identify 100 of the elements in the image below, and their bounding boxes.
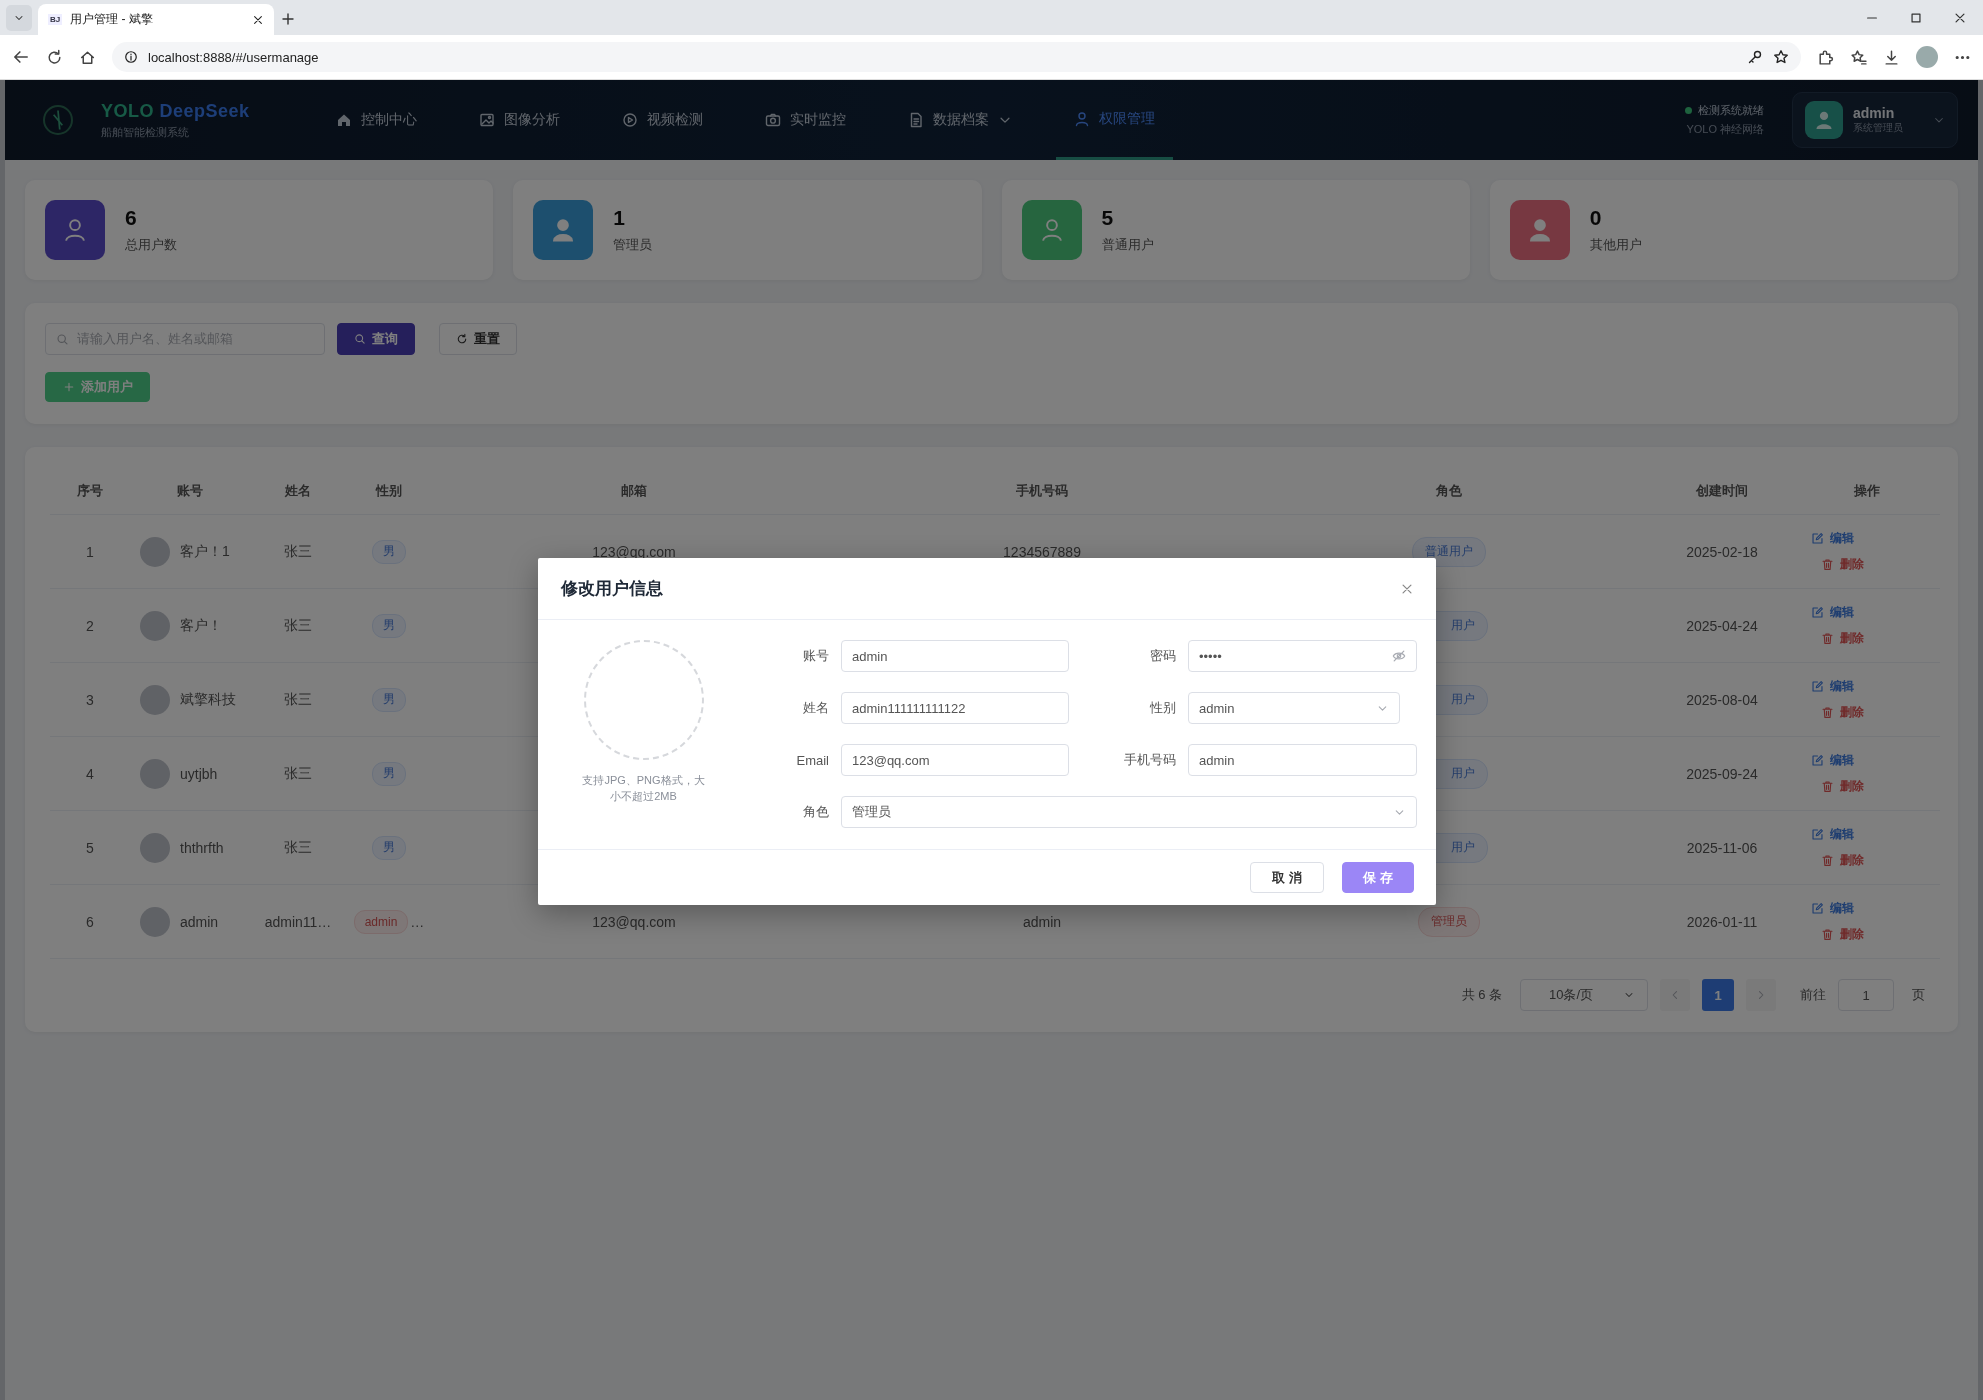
gender-tag: admin <box>353 909 409 934</box>
edit-icon <box>1811 606 1824 619</box>
nav-tab[interactable]: 实时监控 <box>747 80 864 160</box>
edit-link[interactable]: 编辑 <box>1811 530 1854 547</box>
column-header: 账号 <box>130 467 250 515</box>
back-icon[interactable] <box>12 48 30 66</box>
download-icon[interactable] <box>1883 48 1900 66</box>
account-text: 斌擎科技 <box>180 690 236 709</box>
maximize-icon[interactable] <box>1909 10 1923 25</box>
brand-title: YOLO DeepSeek <box>101 100 251 122</box>
key-icon[interactable] <box>1747 49 1763 65</box>
account-text: admin <box>180 913 219 930</box>
overflow-text: … <box>410 913 425 930</box>
nav-tab[interactable]: 视频检测 <box>604 80 721 160</box>
table-cell: 6 <box>50 885 130 959</box>
edit-icon <box>1811 532 1824 545</box>
edit-link[interactable]: 编辑 <box>1811 900 1854 917</box>
stat-label: 总用户数 <box>125 236 177 254</box>
address-bar[interactable]: localhost:8888/#/usermanage <box>112 42 1801 72</box>
stat-value: 6 <box>125 206 138 230</box>
delete-link[interactable]: 删除 <box>1821 926 1864 943</box>
reset-button[interactable]: 重置 <box>439 323 517 355</box>
search-icon <box>56 332 69 346</box>
favorites-icon[interactable] <box>1850 48 1867 66</box>
column-header: 创建时间 <box>1650 467 1794 515</box>
avatar-icon <box>140 832 170 863</box>
table-cell: 3 <box>50 663 130 737</box>
star-icon[interactable] <box>1773 49 1789 65</box>
phone-text: 1234567889 <box>1003 543 1081 560</box>
edit-link[interactable]: 编辑 <box>1811 826 1854 843</box>
column-header: 角色 <box>1248 467 1650 515</box>
edit-link[interactable]: 编辑 <box>1811 604 1854 621</box>
input-field[interactable]: 123@qq.com <box>841 744 1069 776</box>
avatar-icon <box>140 610 170 641</box>
field-label: 性别 <box>1149 699 1176 717</box>
trash-icon <box>1821 854 1834 867</box>
save-button[interactable]: 保 存 <box>1342 862 1414 893</box>
select-field[interactable]: admin <box>1188 692 1400 724</box>
total-count: 共 6 条 <box>1461 986 1502 1004</box>
gender-tag: 男 <box>372 761 406 786</box>
home-icon[interactable] <box>79 48 96 66</box>
edit-icon <box>1811 828 1824 841</box>
avatar-icon <box>140 684 170 715</box>
field-label: Email <box>795 752 829 768</box>
email-text: 123@qq.com <box>592 543 676 560</box>
input-field[interactable]: admin <box>841 640 1069 672</box>
account-text: 客户！1 <box>180 542 230 561</box>
account-text: uytjbh <box>180 765 218 782</box>
page-input[interactable]: 1 <box>1838 979 1894 1011</box>
input-field[interactable]: admin111111111122 <box>841 692 1069 724</box>
stat-value: 1 <box>613 206 626 230</box>
trash-icon <box>1821 928 1834 941</box>
trash-icon <box>1821 780 1834 793</box>
table-cell: 张三 <box>250 589 346 663</box>
close-icon[interactable] <box>252 13 264 26</box>
edit-link[interactable]: 编辑 <box>1811 752 1854 769</box>
delete-link[interactable]: 删除 <box>1821 704 1864 721</box>
table-cell: 4 <box>50 737 130 811</box>
reload-icon[interactable] <box>46 48 63 66</box>
input-field[interactable]: admin <box>1188 744 1417 776</box>
trash-icon <box>1821 706 1834 719</box>
plus-icon <box>62 381 75 393</box>
column-header: 邮箱 <box>432 467 836 515</box>
page-size-select[interactable]: 10条/页 <box>1520 979 1648 1011</box>
table-cell: 张三 <box>250 811 346 885</box>
page-button[interactable]: 1 <box>1702 979 1734 1011</box>
table-cell: 张三 <box>250 737 346 811</box>
column-header: 操作 <box>1794 467 1940 515</box>
cancel-button[interactable]: 取 消 <box>1250 862 1324 893</box>
select-field[interactable]: 管理员 <box>841 796 1417 828</box>
user-icon <box>1509 200 1570 260</box>
status-text: 检测系统就绪 <box>1698 103 1764 118</box>
column-header: 序号 <box>50 467 130 515</box>
input-field[interactable]: ••••• <box>1188 640 1417 672</box>
nav-tab[interactable]: 控制中心 <box>318 80 435 160</box>
delete-link[interactable]: 删除 <box>1821 556 1864 573</box>
nav-tab[interactable]: 图像分析 <box>461 80 578 160</box>
user-icon <box>533 200 594 260</box>
browser-tab[interactable]: BJ 用户管理 - 斌擎 <box>38 4 274 35</box>
stat-label: 其他用户 <box>1589 236 1642 254</box>
nav-tab[interactable]: 权限管理 <box>1056 80 1173 160</box>
delete-link[interactable]: 删除 <box>1821 852 1864 869</box>
trash-icon <box>1821 558 1834 571</box>
stat-label: 普通用户 <box>1101 236 1154 254</box>
trash-icon <box>1821 632 1834 645</box>
table-cell: 2025-04-24 <box>1650 589 1794 663</box>
nav-tab[interactable]: 数据档案 <box>890 80 1030 160</box>
puzzle-icon[interactable] <box>1817 48 1834 66</box>
table-cell: 2025-08-04 <box>1650 663 1794 737</box>
delete-link[interactable]: 删除 <box>1821 630 1864 647</box>
stat-label: 管理员 <box>613 236 653 254</box>
column-header: 姓名 <box>250 467 346 515</box>
delete-link[interactable]: 删除 <box>1821 778 1864 795</box>
edit-icon <box>1811 680 1824 693</box>
edit-link[interactable]: 编辑 <box>1811 678 1854 695</box>
avatar-icon <box>140 758 170 789</box>
goto-label: 前往 <box>1800 986 1826 1004</box>
plus-icon[interactable] <box>280 11 296 27</box>
query-button[interactable]: 查询 <box>337 323 415 355</box>
role-tag: 管理员 <box>1418 906 1480 937</box>
